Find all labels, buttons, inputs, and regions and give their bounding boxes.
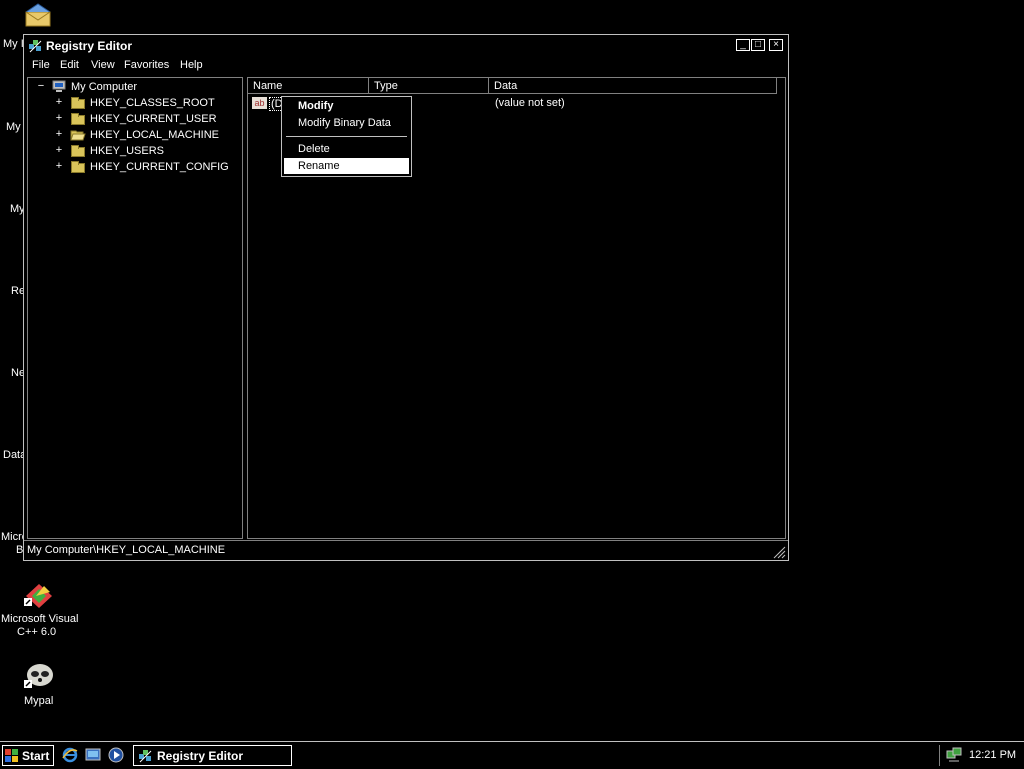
window-title: Registry Editor: [46, 39, 133, 53]
column-header-type[interactable]: Type: [369, 78, 489, 94]
folder-icon: [71, 161, 85, 173]
clock[interactable]: 12:21 PM: [969, 749, 1016, 761]
tree-item-hkey-users[interactable]: + HKEY_USERS: [28, 143, 238, 159]
taskbar: Start Registry Editor 12:21 PM: [0, 741, 1024, 769]
desktop-label-my-1[interactable]: My I: [3, 38, 24, 50]
status-bar: My Computer\HKEY_LOCAL_MACHINE: [24, 540, 788, 561]
status-path: My Computer\HKEY_LOCAL_MACHINE: [27, 544, 226, 556]
network-icon[interactable]: [946, 747, 962, 766]
mypal-label[interactable]: Mypal: [24, 695, 53, 707]
context-menu: Modify Modify Binary Data Delete Rename: [281, 96, 412, 177]
computer-icon: [52, 80, 66, 96]
minimize-button[interactable]: _: [736, 39, 750, 51]
context-menu-delete[interactable]: Delete: [284, 141, 409, 157]
tree-item-hkey-current-user[interactable]: + HKEY_CURRENT_USER: [28, 111, 238, 127]
tree-item-hkey-local-machine[interactable]: + HKEY_LOCAL_MACHINE: [28, 127, 238, 143]
regedit-icon: [28, 38, 43, 56]
menu-bar: File Edit View Favorites Help: [24, 57, 788, 75]
tree-label: HKEY_CURRENT_CONFIG: [90, 161, 229, 173]
menu-help[interactable]: Help: [180, 59, 203, 71]
taskbar-button-label: Registry Editor: [157, 749, 244, 763]
maximize-button[interactable]: □: [751, 39, 765, 51]
tree-label: HKEY_CLASSES_ROOT: [90, 97, 215, 109]
show-desktop-icon[interactable]: [85, 747, 101, 766]
tree-item-hkey-classes-root[interactable]: + HKEY_CLASSES_ROOT: [28, 95, 238, 111]
column-header-data[interactable]: Data: [489, 78, 777, 94]
system-tray: 12:21 PM: [939, 745, 1022, 766]
context-menu-rename[interactable]: Rename: [284, 158, 409, 174]
expand-icon[interactable]: +: [54, 160, 64, 172]
visual-cpp-icon[interactable]: [22, 582, 56, 610]
menu-favorites[interactable]: Favorites: [124, 59, 169, 71]
taskbar-button-registry-editor[interactable]: Registry Editor: [133, 745, 292, 766]
column-header-name[interactable]: Name: [248, 78, 369, 94]
windows-logo-icon: [5, 749, 19, 765]
context-menu-modify[interactable]: Modify: [284, 98, 409, 114]
tree-item-my-computer[interactable]: − My Computer: [28, 79, 238, 95]
string-value-icon: ab: [252, 97, 267, 109]
menu-view[interactable]: View: [91, 59, 115, 71]
visual-cpp-label-2[interactable]: C++ 6.0: [17, 626, 56, 638]
tree-label: HKEY_USERS: [90, 145, 164, 157]
tree-item-hkey-current-config[interactable]: + HKEY_CURRENT_CONFIG: [28, 159, 238, 175]
menu-separator: [286, 136, 407, 137]
open-folder-icon: [70, 129, 86, 144]
folder-icon: [71, 113, 85, 125]
start-label: Start: [22, 749, 50, 763]
envelope-icon[interactable]: [24, 2, 52, 30]
expand-icon[interactable]: +: [54, 144, 64, 156]
regedit-icon: [138, 748, 153, 766]
ie-icon[interactable]: [62, 747, 78, 766]
close-button[interactable]: ×: [769, 39, 783, 51]
expand-icon[interactable]: +: [54, 128, 64, 140]
value-data: (value not set): [495, 97, 565, 109]
menu-edit[interactable]: Edit: [60, 59, 79, 71]
key-tree[interactable]: − My Computer + HKEY_CLASSES_ROOT + HKEY…: [27, 77, 243, 539]
media-player-icon[interactable]: [108, 747, 124, 766]
tree-label: HKEY_CURRENT_USER: [90, 113, 217, 125]
resize-grip-icon[interactable]: [772, 545, 786, 562]
tree-label: HKEY_LOCAL_MACHINE: [90, 129, 219, 141]
expand-icon[interactable]: +: [54, 112, 64, 124]
expand-icon[interactable]: +: [54, 96, 64, 108]
folder-icon: [71, 97, 85, 109]
collapse-icon[interactable]: −: [36, 80, 46, 92]
start-button[interactable]: Start: [2, 745, 54, 766]
visual-cpp-label-1[interactable]: Microsoft Visual: [1, 613, 78, 625]
context-menu-modify-binary-data[interactable]: Modify Binary Data: [284, 115, 409, 131]
mypal-icon[interactable]: [22, 660, 56, 690]
title-bar[interactable]: Registry Editor _ □ ×: [24, 35, 788, 57]
folder-icon: [71, 145, 85, 157]
tree-label: My Computer: [71, 81, 138, 93]
menu-file[interactable]: File: [32, 59, 50, 71]
desktop-label-my-2[interactable]: My: [6, 121, 21, 133]
